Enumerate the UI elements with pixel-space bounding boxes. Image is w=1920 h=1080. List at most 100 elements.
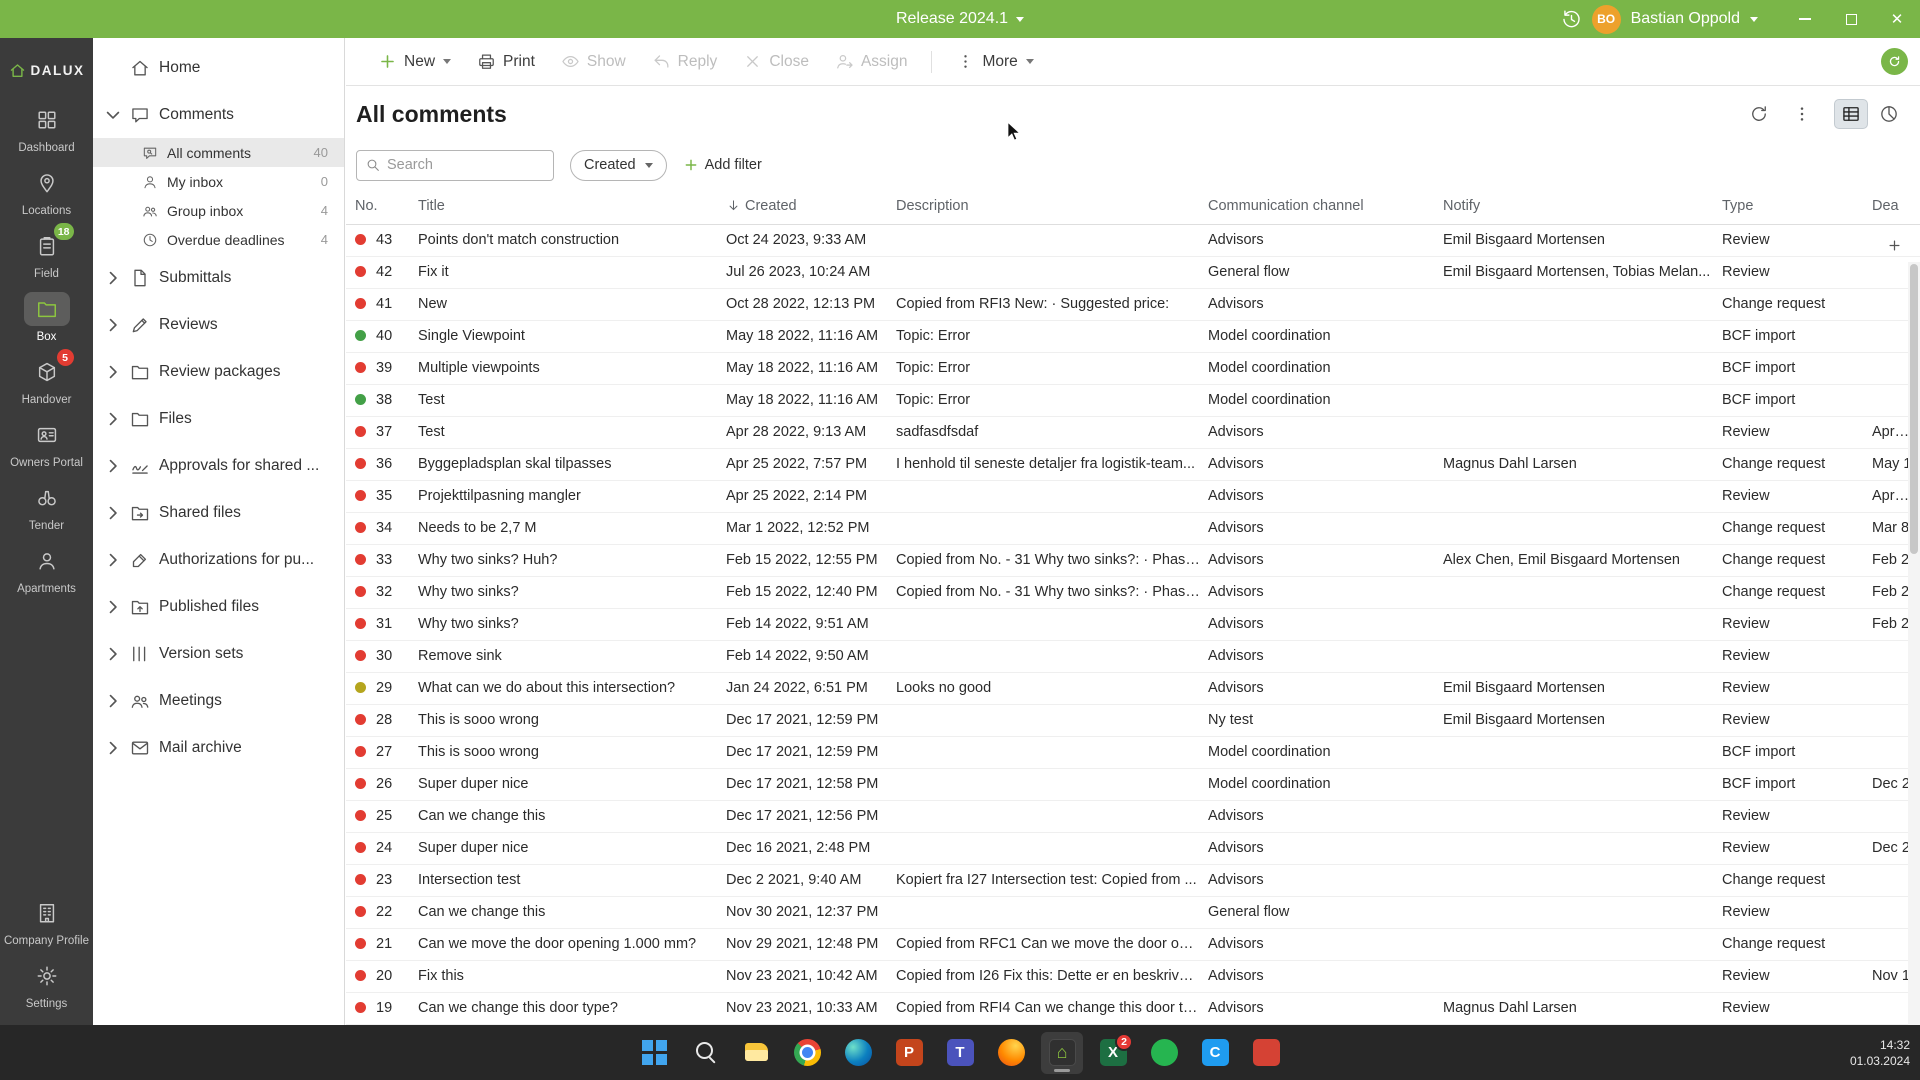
table-row[interactable]: 31Why two sinks?Feb 14 2022, 9:51 AMAdvi… bbox=[346, 608, 1920, 640]
table-row[interactable]: 36Byggepladsplan skal tilpassesApr 25 20… bbox=[346, 448, 1920, 480]
table-row[interactable]: 41NewOct 28 2022, 12:13 PMCopied from RF… bbox=[346, 288, 1920, 320]
new-button[interactable]: New bbox=[368, 46, 461, 77]
taskbar-file-explorer-button[interactable] bbox=[735, 1032, 777, 1074]
rail-item-dashboard[interactable]: Dashboard bbox=[0, 98, 93, 161]
table-row[interactable]: 19Can we change this door type?Nov 23 20… bbox=[346, 992, 1920, 1024]
rail-item-owners-portal[interactable]: Owners Portal bbox=[0, 413, 93, 476]
column-header-type[interactable]: Type bbox=[1722, 188, 1872, 224]
more-options-button[interactable] bbox=[1787, 99, 1817, 129]
rail-item-field[interactable]: 18Field bbox=[0, 224, 93, 287]
taskbar-powerpoint-button[interactable]: P bbox=[888, 1032, 930, 1074]
rail-item-settings[interactable]: Settings bbox=[0, 954, 93, 1017]
chart-view-button[interactable] bbox=[1872, 99, 1906, 129]
table-row[interactable]: 42Fix itJul 26 2023, 10:24 AMGeneral flo… bbox=[346, 256, 1920, 288]
close-comment-button[interactable]: Close bbox=[733, 46, 819, 77]
column-header-title[interactable]: Title bbox=[418, 188, 726, 224]
history-icon[interactable] bbox=[1561, 9, 1582, 30]
table-row[interactable]: 22Can we change thisNov 30 2021, 12:37 P… bbox=[346, 896, 1920, 928]
taskbar-green-app-button[interactable] bbox=[1143, 1032, 1185, 1074]
taskbar-start-button[interactable] bbox=[633, 1032, 675, 1074]
nav-item-review-packages[interactable]: Review packages bbox=[93, 348, 344, 395]
table-row[interactable]: 27This is sooo wrongDec 17 2021, 12:59 P… bbox=[346, 736, 1920, 768]
taskbar-dalux-box-button[interactable]: ⌂ bbox=[1041, 1032, 1083, 1074]
taskbar-excel-button[interactable]: X2 bbox=[1092, 1032, 1134, 1074]
column-header-created[interactable]: Created bbox=[726, 188, 896, 224]
table-row[interactable]: 21Can we move the door opening 1.000 mm?… bbox=[346, 928, 1920, 960]
column-header-channel[interactable]: Communication channel bbox=[1208, 188, 1443, 224]
nav-item-mail-archive[interactable]: Mail archive bbox=[93, 724, 344, 771]
maximize-button[interactable] bbox=[1828, 0, 1874, 38]
nav-item-published-files[interactable]: Published files bbox=[93, 583, 344, 630]
rail-item-company-profile[interactable]: Company Profile bbox=[0, 891, 93, 954]
column-header-notify[interactable]: Notify bbox=[1443, 188, 1722, 224]
close-button[interactable]: ✕ bbox=[1874, 0, 1920, 38]
taskbar-edge-button[interactable] bbox=[837, 1032, 879, 1074]
scrollbar-thumb[interactable] bbox=[1910, 264, 1918, 554]
table-row[interactable]: 40Single ViewpointMay 18 2022, 11:16 AMT… bbox=[346, 320, 1920, 352]
show-button[interactable]: Show bbox=[551, 46, 636, 77]
table-row[interactable]: 38TestMay 18 2022, 11:16 AMTopic: ErrorM… bbox=[346, 384, 1920, 416]
table-row[interactable]: 26Super duper niceDec 17 2021, 12:58 PMM… bbox=[346, 768, 1920, 800]
add-column-button[interactable] bbox=[1884, 235, 1904, 255]
table-row[interactable]: 20Fix thisNov 23 2021, 10:42 AMCopied fr… bbox=[346, 960, 1920, 992]
nav-item-my-inbox[interactable]: My inbox0 bbox=[93, 167, 344, 196]
table-row[interactable]: 39Multiple viewpointsMay 18 2022, 11:16 … bbox=[346, 352, 1920, 384]
table-row[interactable]: 24Super duper niceDec 16 2021, 2:48 PMAd… bbox=[346, 832, 1920, 864]
nav-item-shared-files[interactable]: Shared files bbox=[93, 489, 344, 536]
table-row[interactable]: 23Intersection testDec 2 2021, 9:40 AMKo… bbox=[346, 864, 1920, 896]
rail-item-apartments[interactable]: Apartments bbox=[0, 539, 93, 602]
taskbar-code-app-button[interactable]: C bbox=[1194, 1032, 1236, 1074]
taskbar-chrome-button[interactable] bbox=[786, 1032, 828, 1074]
minimize-button[interactable] bbox=[1782, 0, 1828, 38]
table-row[interactable]: 25Can we change thisDec 17 2021, 12:56 P… bbox=[346, 800, 1920, 832]
taskbar-teams-button[interactable]: T bbox=[939, 1032, 981, 1074]
nav-item-all-comments[interactable]: All comments40 bbox=[93, 138, 344, 167]
table-row[interactable]: 29What can we do about this intersection… bbox=[346, 672, 1920, 704]
nav-item-group-inbox[interactable]: Group inbox4 bbox=[93, 196, 344, 225]
nav-item-version-sets[interactable]: Version sets bbox=[93, 630, 344, 677]
taskbar-red-app-button[interactable] bbox=[1245, 1032, 1287, 1074]
column-header-deadline[interactable]: Dea bbox=[1872, 188, 1920, 224]
user-name[interactable]: Bastian Oppold bbox=[1631, 10, 1740, 28]
reply-button[interactable]: Reply bbox=[642, 46, 728, 77]
table-row[interactable]: 28This is sooo wrongDec 17 2021, 12:59 P… bbox=[346, 704, 1920, 736]
table-row[interactable]: 43Points don't match constructionOct 24 … bbox=[346, 224, 1920, 256]
nav-item-comments[interactable]: Comments bbox=[93, 91, 344, 138]
created-filter-dropdown[interactable]: Created bbox=[570, 150, 667, 181]
taskbar-clock[interactable]: 14:32 01.03.2024 bbox=[1850, 1036, 1910, 1068]
assign-button[interactable]: Assign bbox=[825, 46, 918, 77]
rail-item-box[interactable]: Box bbox=[0, 287, 93, 350]
dalux-logo[interactable]: DALUX bbox=[0, 42, 93, 98]
table-row[interactable]: 34Needs to be 2,7 MMar 1 2022, 12:52 PMA… bbox=[346, 512, 1920, 544]
more-button[interactable]: More bbox=[946, 46, 1043, 77]
taskbar-firefox-button[interactable] bbox=[990, 1032, 1032, 1074]
chevron-down-icon[interactable] bbox=[1750, 17, 1758, 22]
rail-item-handover[interactable]: 5Handover bbox=[0, 350, 93, 413]
refresh-button[interactable] bbox=[1744, 99, 1774, 129]
table-row[interactable]: 30Remove sinkFeb 14 2022, 9:50 AMAdvisor… bbox=[346, 640, 1920, 672]
rail-item-locations[interactable]: Locations bbox=[0, 161, 93, 224]
nav-item-submittals[interactable]: Submittals bbox=[93, 254, 344, 301]
table-row[interactable]: 33Why two sinks? Huh?Feb 15 2022, 12:55 … bbox=[346, 544, 1920, 576]
search-box[interactable] bbox=[356, 150, 554, 181]
nav-item-files[interactable]: Files bbox=[93, 395, 344, 442]
taskbar-search-button[interactable] bbox=[684, 1032, 726, 1074]
table-row[interactable]: 37TestApr 28 2022, 9:13 AMsadfasdfsdafAd… bbox=[346, 416, 1920, 448]
search-input[interactable] bbox=[387, 157, 545, 173]
nav-item-overdue-deadlines[interactable]: Overdue deadlines4 bbox=[93, 225, 344, 254]
nav-item-authorizations[interactable]: Authorizations for pu... bbox=[93, 536, 344, 583]
nav-item-approvals-shared[interactable]: Approvals for shared ... bbox=[93, 442, 344, 489]
column-header-description[interactable]: Description bbox=[896, 188, 1208, 224]
table-row[interactable]: 35Projekttilpasning manglerApr 25 2022, … bbox=[346, 480, 1920, 512]
rail-item-tender[interactable]: Tender bbox=[0, 476, 93, 539]
release-selector[interactable]: Release 2024.1 bbox=[896, 0, 1024, 38]
nav-item-meetings[interactable]: Meetings bbox=[93, 677, 344, 724]
table-scrollbar[interactable] bbox=[1908, 262, 1920, 1025]
table-view-button[interactable] bbox=[1834, 99, 1868, 129]
add-filter-button[interactable]: Add filter bbox=[683, 157, 762, 173]
nav-item-reviews[interactable]: Reviews bbox=[93, 301, 344, 348]
column-header-no[interactable]: No. bbox=[346, 188, 418, 224]
table-row[interactable]: 32Why two sinks?Feb 15 2022, 12:40 PMCop… bbox=[346, 576, 1920, 608]
print-button[interactable]: Print bbox=[467, 46, 545, 77]
nav-item-home[interactable]: Home bbox=[93, 44, 344, 91]
